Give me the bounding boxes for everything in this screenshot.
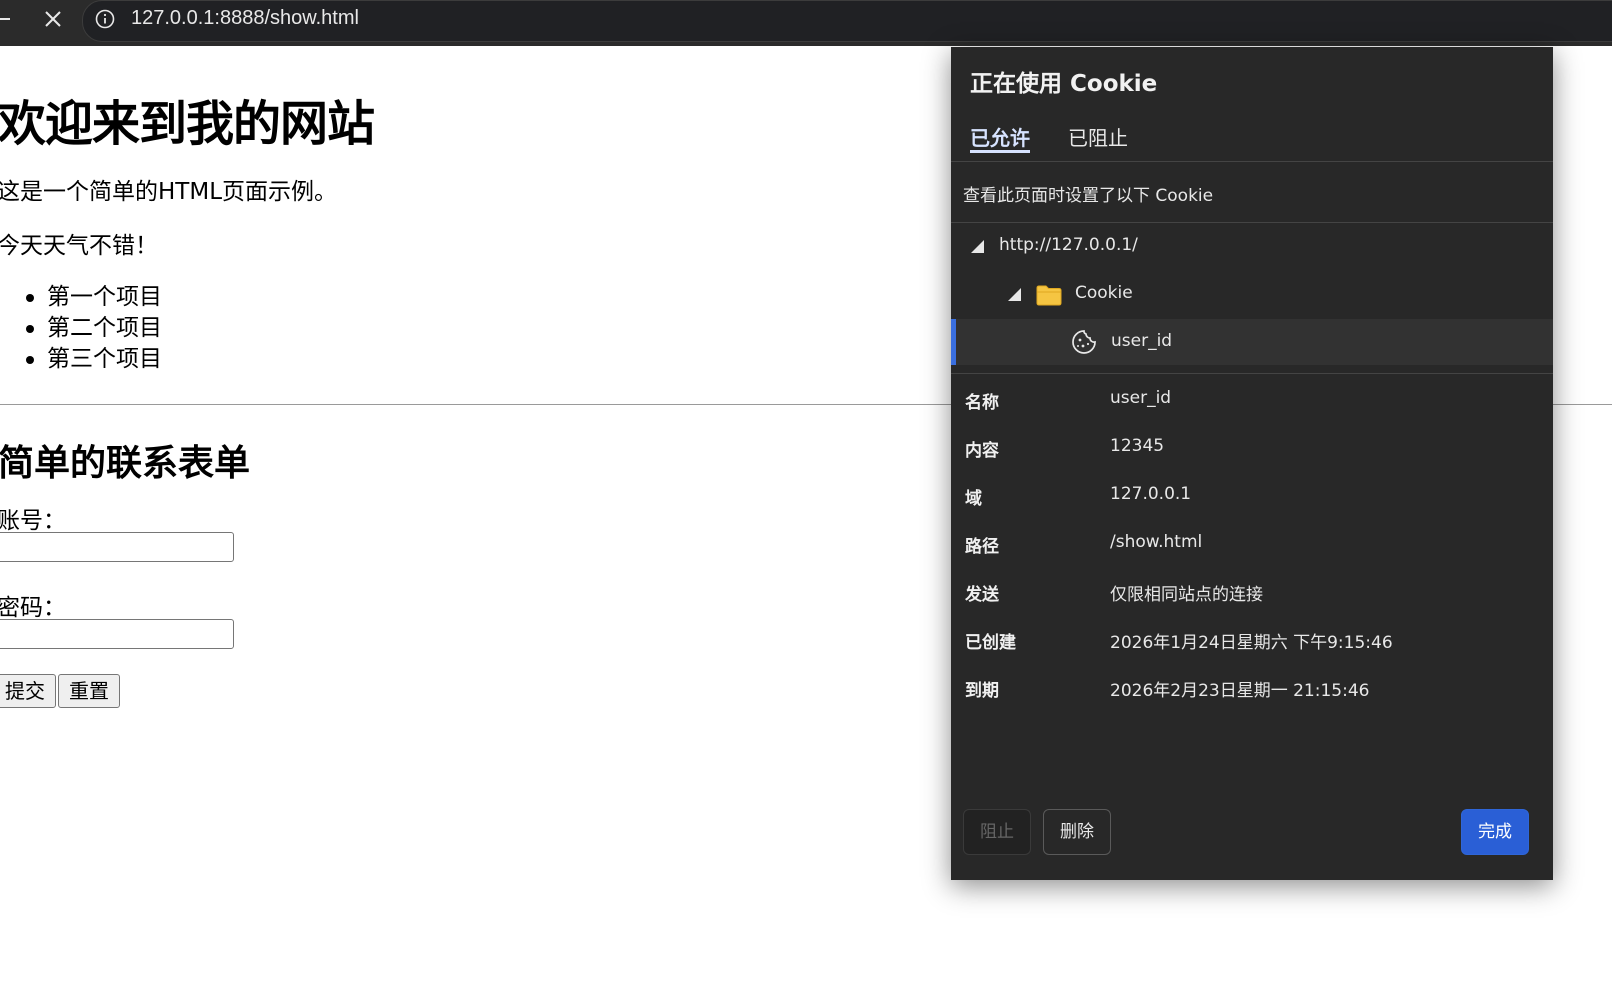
expand-triangle-icon[interactable]	[1008, 288, 1021, 301]
cookie-icon	[1072, 330, 1096, 354]
detail-value-created: 2026年1月24日星期六 下午9:15:46	[1110, 633, 1393, 653]
detail-value-path: /show.html	[1110, 532, 1203, 552]
account-input[interactable]	[0, 532, 234, 562]
site-label: http://127.0.0.1/	[999, 235, 1138, 255]
list-item-text: 第三个项目	[47, 346, 162, 372]
detail-value-domain: 127.0.0.1	[1110, 484, 1192, 504]
detail-key-content: 内容	[965, 441, 999, 461]
browser-toolbar: 127.0.0.1:8888/show.html	[0, 0, 1612, 46]
tab-blocked[interactable]: 已阻止	[1068, 122, 1128, 151]
dialog-title: 正在使用 Cookie	[970, 71, 1158, 97]
done-button[interactable]: 完成	[1461, 809, 1529, 855]
cookie-label: user_id	[1111, 331, 1173, 351]
expand-triangle-icon[interactable]	[971, 240, 984, 253]
bullet-icon	[26, 294, 34, 302]
form-title: 简单的联系表单	[0, 443, 251, 484]
folder-label: Cookie	[1075, 283, 1133, 303]
block-button[interactable]: 阻止	[963, 809, 1031, 855]
list-item-text: 第二个项目	[47, 315, 162, 341]
tab-allowed[interactable]: 已允许	[970, 122, 1030, 151]
tree-item-folder[interactable]: Cookie	[951, 271, 1553, 317]
site-info-icon[interactable]	[95, 9, 115, 29]
detail-key-name: 名称	[965, 393, 999, 413]
dialog-subtitle: 查看此页面时设置了以下 Cookie	[963, 186, 1214, 206]
tree-item-cookie[interactable]: user_id	[951, 319, 1553, 365]
list-item: 第二个项目	[23, 313, 162, 344]
detail-value-name: user_id	[1110, 388, 1172, 408]
detail-key-created: 已创建	[965, 633, 1016, 653]
detail-key-path: 路径	[965, 537, 999, 557]
list-item: 第一个项目	[23, 282, 162, 313]
divider	[951, 161, 1553, 162]
selection-indicator	[951, 319, 956, 365]
minimize-icon[interactable]	[0, 18, 10, 20]
detail-key-domain: 域	[965, 489, 982, 509]
submit-button[interactable]: 提交	[0, 674, 56, 708]
detail-key-expires: 到期	[965, 681, 999, 701]
detail-value-expires: 2026年2月23日星期一 21:15:46	[1110, 681, 1370, 701]
list-item: 第三个项目	[23, 344, 162, 375]
password-label: 密码：	[0, 595, 66, 621]
divider	[951, 373, 1553, 374]
detail-value-content: 12345	[1110, 436, 1165, 456]
password-input[interactable]	[0, 619, 234, 649]
tree-item-site[interactable]: http://127.0.0.1/	[951, 223, 1553, 269]
close-icon[interactable]	[39, 5, 67, 33]
detail-key-send: 发送	[965, 585, 999, 605]
list-item-text: 第一个项目	[47, 284, 162, 310]
bullet-icon	[26, 356, 34, 364]
account-label: 账号：	[0, 508, 66, 534]
url-text[interactable]: 127.0.0.1:8888/show.html	[131, 7, 359, 30]
detail-value-send: 仅限相同站点的连接	[1110, 585, 1263, 605]
reset-button[interactable]: 重置	[58, 674, 120, 708]
intro-paragraph: 这是一个简单的HTML页面示例。	[0, 179, 338, 205]
delete-button[interactable]: 删除	[1043, 809, 1111, 855]
page-title: 欢迎来到我的网站	[0, 96, 375, 152]
item-list: 第一个项目 第二个项目 第三个项目	[23, 282, 162, 375]
weather-paragraph: 今天天气不错！	[0, 233, 158, 259]
bullet-icon	[26, 325, 34, 333]
cookie-dialog: 正在使用 Cookie 已允许 已阻止 查看此页面时设置了以下 Cookie h…	[951, 47, 1553, 880]
folder-icon	[1036, 285, 1062, 306]
